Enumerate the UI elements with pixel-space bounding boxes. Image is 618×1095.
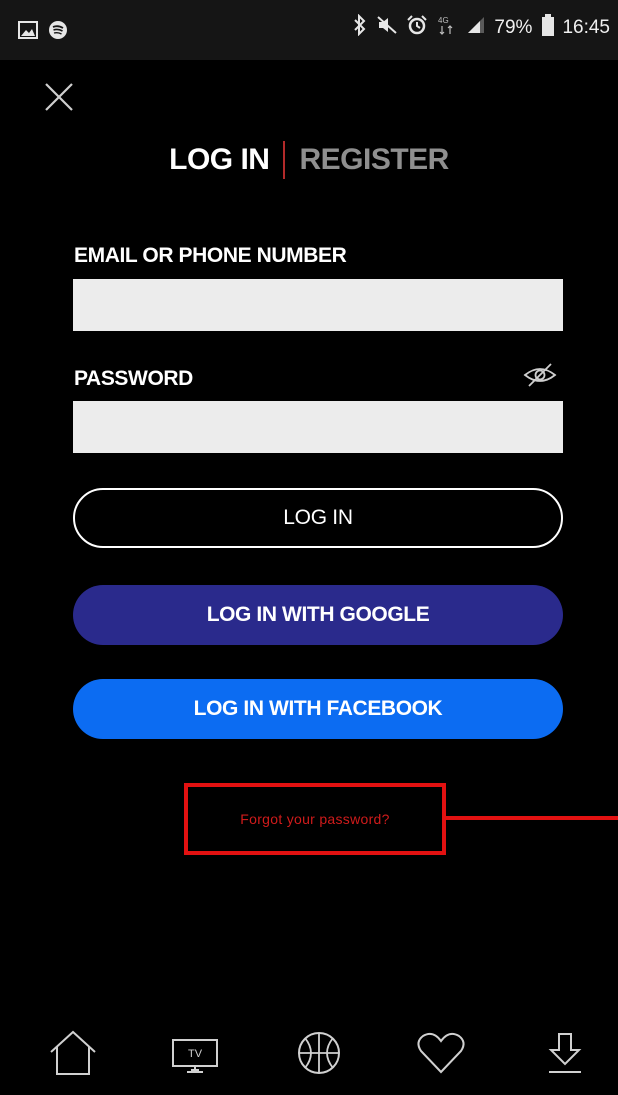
battery-icon bbox=[542, 14, 555, 42]
tab-login[interactable]: LOG IN bbox=[169, 143, 270, 177]
gallery-icon bbox=[18, 21, 38, 44]
forgot-password-highlight: Forgot your password? bbox=[184, 783, 446, 855]
nav-basketball[interactable] bbox=[284, 1026, 354, 1086]
heart-icon bbox=[417, 1032, 465, 1074]
password-field[interactable] bbox=[73, 401, 563, 453]
bluetooth-icon bbox=[352, 13, 368, 42]
google-login-button-label: LOG IN WITH GOOGLE bbox=[206, 603, 430, 626]
clock: 16:45 bbox=[562, 17, 610, 38]
close-button[interactable] bbox=[42, 80, 76, 114]
login-button-label: LOG IN bbox=[283, 506, 353, 529]
password-label: PASSWORD bbox=[74, 367, 193, 390]
signal-icon bbox=[466, 15, 486, 41]
tv-icon: TV bbox=[172, 1039, 218, 1073]
bottom-nav: TV bbox=[0, 1020, 618, 1095]
4g-icon: 4G bbox=[436, 14, 458, 42]
facebook-login-button[interactable]: LOG IN WITH FACEBOOK bbox=[73, 679, 563, 739]
nav-tv[interactable]: TV bbox=[160, 1026, 230, 1086]
password-visibility-toggle[interactable] bbox=[522, 362, 558, 388]
tab-register[interactable]: REGISTER bbox=[299, 143, 449, 177]
email-field[interactable] bbox=[73, 279, 563, 331]
auth-tabs: LOG IN REGISTER bbox=[0, 140, 618, 180]
mute-icon bbox=[376, 14, 398, 42]
basketball-icon bbox=[298, 1032, 340, 1074]
nav-favorites[interactable] bbox=[406, 1026, 476, 1086]
facebook-login-button-label: LOG IN WITH FACEBOOK bbox=[193, 697, 443, 720]
email-label: EMAIL OR PHONE NUMBER bbox=[74, 244, 347, 267]
annotation-line bbox=[446, 816, 618, 820]
eye-off-icon bbox=[523, 363, 557, 387]
battery-percent: 79% bbox=[494, 17, 533, 38]
nav-home[interactable] bbox=[38, 1026, 108, 1086]
status-bar: 4G 79% 16:45 bbox=[0, 0, 618, 60]
login-button[interactable]: LOG IN bbox=[73, 488, 563, 548]
login-screen: 4G 79% 16:45 LOG IN REGISTER EMAIL OR PH… bbox=[0, 0, 618, 1095]
tv-icon-label: TV bbox=[188, 1048, 203, 1060]
home-icon bbox=[50, 1030, 96, 1075]
close-icon bbox=[45, 83, 73, 111]
nav-downloads[interactable] bbox=[530, 1026, 600, 1086]
alarm-icon bbox=[406, 14, 428, 42]
forgot-password-link[interactable]: Forgot your password? bbox=[240, 811, 389, 827]
download-icon bbox=[548, 1033, 582, 1073]
google-login-button[interactable]: LOG IN WITH GOOGLE bbox=[73, 585, 563, 645]
svg-text:4G: 4G bbox=[438, 16, 449, 25]
spotify-icon bbox=[48, 20, 68, 45]
tab-separator bbox=[283, 141, 286, 179]
